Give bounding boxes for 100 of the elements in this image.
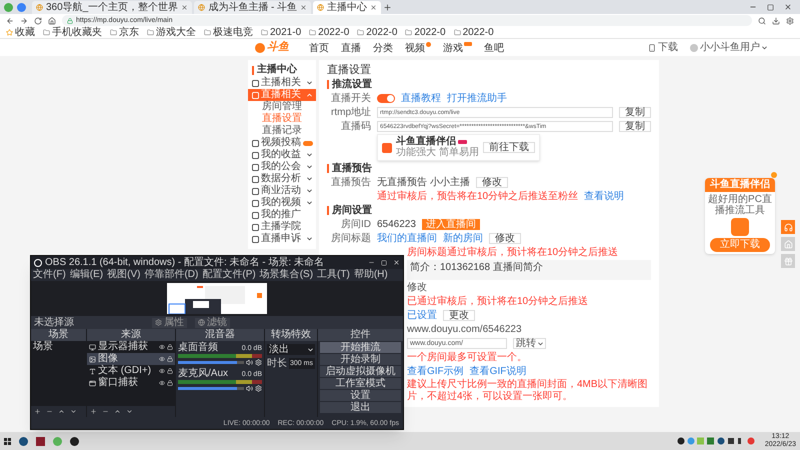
eye-icon[interactable] — [159, 356, 165, 362]
text-link[interactable]: 查看说明 — [584, 192, 624, 202]
sidebar-item[interactable]: 主播相关 — [248, 77, 316, 89]
gear-icon[interactable] — [255, 359, 262, 366]
search-icon[interactable] — [758, 16, 766, 24]
remove-icon[interactable] — [102, 408, 109, 415]
copy-button[interactable]: 复制 — [619, 107, 651, 118]
menu-item[interactable]: 工具(T) — [317, 270, 350, 280]
source-toolbar-button[interactable]: 属性 — [152, 318, 187, 328]
obs-app-icon[interactable] — [70, 436, 79, 446]
bookmark-link[interactable]: 2022-0 — [357, 28, 398, 38]
browser-tab[interactable]: 成为斗鱼主播 - 斗鱼 — [194, 1, 312, 14]
text-link[interactable]: 已设置 — [407, 310, 437, 320]
eye-icon[interactable] — [159, 344, 165, 350]
scene-item[interactable]: 场景 — [31, 341, 86, 352]
menu-item[interactable]: 场景集合(S) — [260, 270, 314, 280]
move-up-icon[interactable] — [114, 408, 121, 415]
add-icon[interactable] — [34, 408, 41, 415]
text-link[interactable]: 我们的直播间 — [377, 234, 437, 244]
back-icon[interactable] — [6, 16, 14, 24]
windows-start-icon[interactable] — [4, 438, 11, 444]
download-link[interactable]: 下载 — [648, 42, 678, 52]
reload-icon[interactable] — [34, 16, 42, 24]
menu-item[interactable]: 文件(F) — [33, 270, 66, 280]
sidebar-item[interactable]: 我的收益 — [248, 149, 316, 161]
bookmark-link[interactable]: 2022-0 — [405, 28, 446, 38]
maximize-icon[interactable] — [767, 4, 774, 10]
bookmark-link[interactable]: 2022-0 — [454, 28, 494, 38]
control-button[interactable]: 开始推流 — [320, 342, 401, 353]
nav-link[interactable]: 游戏 — [443, 42, 472, 54]
eye-icon[interactable] — [159, 368, 165, 374]
live-toggle[interactable] — [377, 94, 395, 103]
download-button[interactable]: 前往下载 — [482, 142, 535, 153]
menu-item[interactable]: 停靠部件(D) — [144, 270, 198, 280]
nav-link[interactable]: 视频 — [405, 42, 431, 54]
add-icon[interactable] — [90, 408, 97, 415]
sidebar-subitem[interactable]: 房间管理 — [248, 101, 316, 113]
sidebar-item[interactable]: 数据分析 — [248, 173, 316, 185]
text-link[interactable]: 新的房间 — [443, 234, 483, 244]
control-button[interactable]: 设置 — [320, 390, 401, 401]
source-item[interactable]: 显示器捕获 — [87, 341, 175, 353]
eye-icon[interactable] — [159, 380, 165, 386]
bookmark-link[interactable]: 2021-0 — [261, 28, 302, 38]
source-toolbar-button[interactable]: 滤镜 — [195, 318, 230, 328]
gear-icon[interactable] — [255, 385, 262, 392]
change-button[interactable]: 更改 — [443, 310, 475, 321]
sidebar-item[interactable]: 我的公会 — [248, 161, 316, 173]
sidebar-item[interactable]: 商业活动 — [248, 185, 316, 197]
nav-link[interactable]: 直播 — [341, 42, 361, 54]
source-item[interactable]: 图像 — [87, 353, 175, 365]
text-link[interactable]: 打开推流助手 — [447, 94, 507, 104]
sidebar-item[interactable]: 我的视频 — [248, 197, 316, 209]
sidebar-item[interactable]: 我的推广 — [248, 209, 316, 221]
bookmark-link[interactable]: 游戏大全 — [147, 28, 196, 38]
forward-icon[interactable] — [20, 16, 28, 24]
nav-link[interactable]: 鱼吧 — [484, 42, 504, 54]
minimize-icon[interactable] — [368, 259, 375, 266]
move-up-icon[interactable] — [58, 408, 65, 415]
bookmark-link[interactable]: 2022-0 — [309, 28, 350, 38]
sidebar-item[interactable]: 主播学院 — [248, 221, 316, 233]
download-icon[interactable] — [772, 16, 780, 24]
menu-item[interactable]: 视图(V) — [107, 270, 140, 280]
edit-button[interactable]: 修改 — [489, 233, 521, 244]
lock-icon[interactable] — [167, 344, 173, 350]
control-button[interactable]: 启动虚拟摄像机 — [320, 366, 401, 377]
bookmark-link[interactable]: 极速电竞 — [204, 28, 253, 38]
move-down-icon[interactable] — [126, 408, 133, 415]
move-down-icon[interactable] — [70, 408, 77, 415]
nav-link[interactable]: 首页 — [309, 42, 329, 54]
sidebar-item[interactable]: 直播申诉 — [248, 233, 316, 245]
new-tab-icon[interactable] — [383, 2, 392, 12]
speaker-icon[interactable] — [246, 359, 253, 366]
bookmark-link[interactable]: 收藏 — [6, 28, 35, 38]
user-menu[interactable]: 小小斗鱼用户 — [690, 42, 767, 52]
lock-icon[interactable] — [167, 380, 173, 386]
control-button[interactable]: 开始录制 — [320, 354, 401, 365]
bookmark-link[interactable]: 手机收藏夹 — [43, 28, 102, 38]
menu-item[interactable]: 配置文件(P) — [202, 270, 256, 280]
source-item[interactable]: 窗口捕获 — [87, 377, 175, 389]
text-link[interactable]: 查看GIF说明 — [470, 366, 526, 376]
nav-link[interactable]: 分类 — [373, 42, 393, 54]
home-icon[interactable] — [48, 16, 56, 24]
control-button[interactable]: 退出 — [320, 402, 401, 413]
menu-item[interactable]: 帮助(H) — [354, 270, 388, 280]
copy-button[interactable]: 复制 — [619, 121, 651, 132]
text-link[interactable]: 直播教程 — [401, 94, 441, 104]
browser-tab[interactable]: 360导航_一个主页，整个世界 — [32, 1, 192, 14]
speaker-icon[interactable] — [246, 385, 253, 392]
edit-button[interactable]: 修改 — [476, 177, 508, 188]
lock-icon[interactable] — [167, 368, 173, 374]
source-item[interactable]: 文本 (GDI+) — [87, 365, 175, 377]
steam-app-icon[interactable] — [19, 436, 28, 446]
sidebar-item[interactable]: 视频投稿 — [248, 137, 316, 149]
menu-item[interactable]: 编辑(E) — [70, 270, 104, 280]
browser-tab[interactable]: 主播中心 — [313, 1, 382, 14]
jump-dropdown[interactable]: 跳转 — [513, 338, 546, 349]
lock-icon[interactable] — [167, 356, 173, 362]
sidebar-subitem[interactable]: 直播记录 — [248, 125, 316, 137]
control-button[interactable]: 工作室模式 — [320, 378, 401, 389]
remove-icon[interactable] — [46, 408, 53, 415]
